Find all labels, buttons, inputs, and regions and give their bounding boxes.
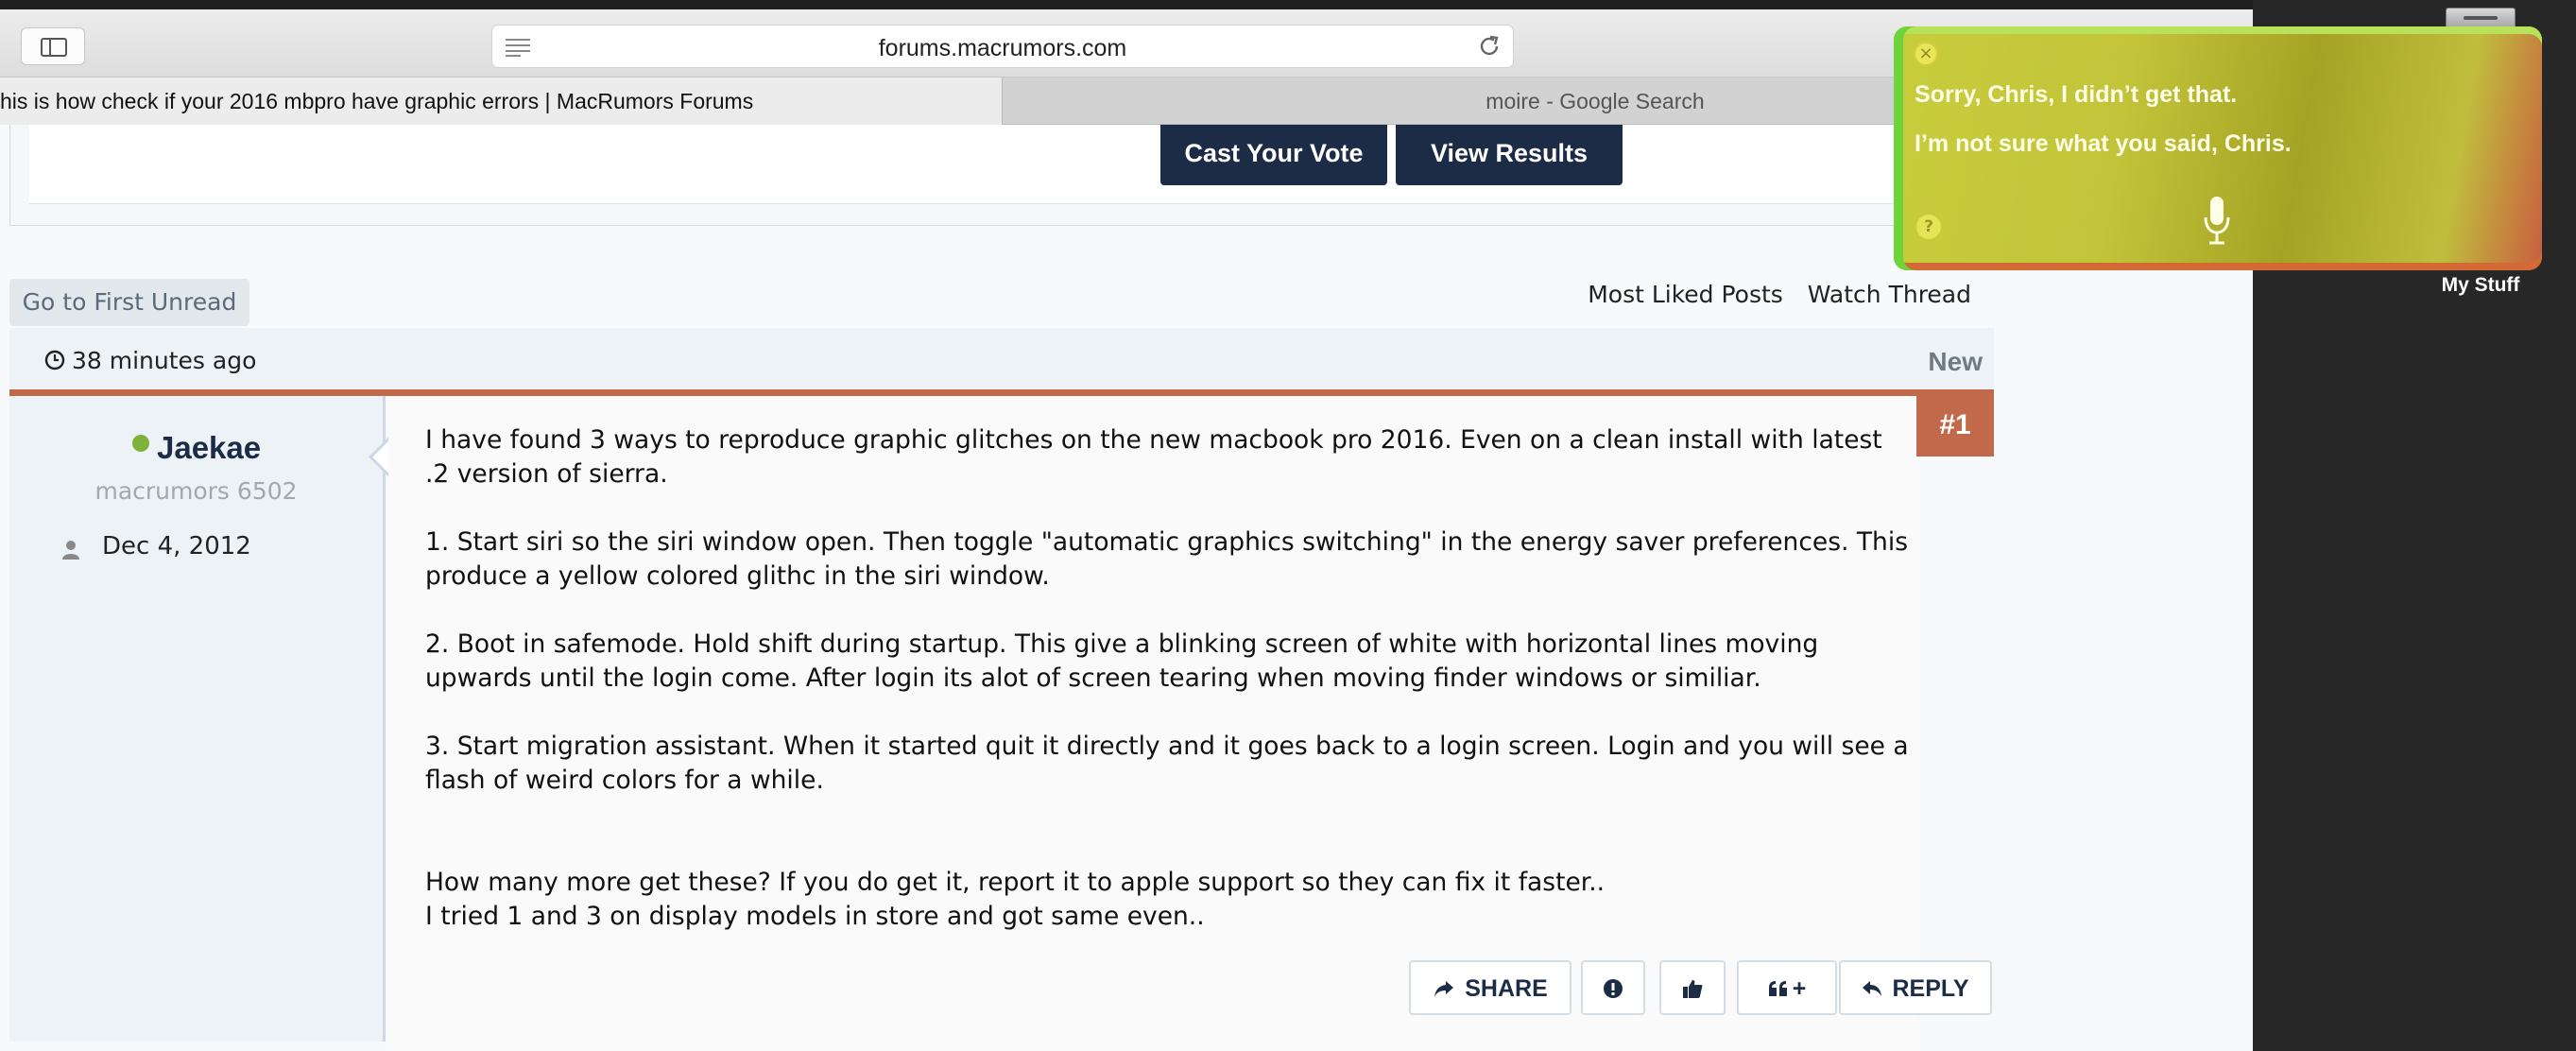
person-icon bbox=[62, 541, 79, 560]
watch-thread-link[interactable]: Watch Thread bbox=[1808, 281, 1971, 308]
post-number[interactable]: #1 bbox=[1916, 396, 1994, 457]
share-label: SHARE bbox=[1465, 975, 1548, 1003]
post-paragraph: I have found 3 ways to reproduce graphic… bbox=[425, 425, 1882, 489]
like-icon bbox=[1683, 980, 1703, 999]
join-date: Dec 4, 2012 bbox=[102, 532, 251, 560]
post-paragraph: How many more get these? If you do get i… bbox=[425, 868, 1606, 931]
address-bar[interactable]: forums.macrumors.com bbox=[491, 25, 1514, 68]
share-icon bbox=[1434, 981, 1454, 998]
view-results-button[interactable]: View Results bbox=[1396, 125, 1623, 185]
user-panel: Jaekae macrumors 6502 Dec 4, 2012 bbox=[9, 396, 386, 1042]
reply-label: REPLY bbox=[1892, 975, 1969, 1003]
desktop-icon-label[interactable]: My Stuff bbox=[2419, 274, 2542, 297]
tab-macrumors[interactable]: his is how check if your 2016 mbpro have… bbox=[0, 78, 1003, 125]
siri-response-line-2: I’m not sure what you said, Chris. bbox=[1915, 130, 2292, 157]
multiquote-button[interactable]: + bbox=[1737, 960, 1837, 1015]
microphone-icon[interactable] bbox=[2203, 195, 2231, 246]
siri-window: × Sorry, Chris, I didn’t get that. I’m n… bbox=[1894, 26, 2542, 270]
quote-icon bbox=[1768, 981, 1787, 997]
reply-button[interactable]: REPLY bbox=[1839, 960, 1992, 1015]
help-icon[interactable]: ? bbox=[1916, 215, 1941, 239]
most-liked-posts-link[interactable]: Most Liked Posts bbox=[1588, 281, 1783, 308]
multiquote-label: + bbox=[1792, 975, 1807, 1003]
post-paragraph: 1. Start siri so the siri window open. T… bbox=[425, 527, 1909, 591]
like-button[interactable] bbox=[1659, 960, 1726, 1015]
go-to-first-unread-button[interactable]: Go to First Unread bbox=[9, 279, 249, 326]
report-icon bbox=[1604, 979, 1623, 999]
thread-links: Most Liked Posts Watch Thread bbox=[1571, 281, 1971, 308]
cast-vote-button[interactable]: Cast Your Vote bbox=[1160, 125, 1387, 185]
sidebar-icon bbox=[41, 38, 67, 57]
online-status-dot bbox=[132, 435, 149, 452]
url-text[interactable]: forums.macrumors.com bbox=[492, 35, 1513, 62]
poll-inner: Cast Your Vote View Results bbox=[29, 125, 1993, 204]
report-button[interactable] bbox=[1581, 960, 1645, 1015]
reload-icon[interactable] bbox=[1477, 34, 1502, 59]
post-paragraph: 3. Start migration assistant. When it st… bbox=[425, 732, 1909, 795]
post-body: I have found 3 ways to reproduce graphic… bbox=[388, 396, 1915, 1051]
reply-icon bbox=[1863, 981, 1882, 997]
username[interactable]: Jaekae bbox=[157, 430, 261, 466]
share-button[interactable]: SHARE bbox=[1409, 960, 1571, 1015]
poll-box: Cast Your Vote View Results bbox=[9, 125, 1994, 226]
user-title: macrumors 6502 bbox=[94, 477, 298, 505]
post-time[interactable]: 38 minutes ago bbox=[72, 347, 256, 374]
menu-strip bbox=[0, 0, 2576, 9]
siri-response-line-1: Sorry, Chris, I didn’t get that. bbox=[1915, 81, 2238, 108]
post-paragraph: 2. Boot in safemode. Hold shift during s… bbox=[425, 629, 1819, 693]
close-icon[interactable]: × bbox=[1914, 42, 1938, 66]
sidebar-toggle-button[interactable] bbox=[21, 27, 85, 65]
new-badge: New bbox=[1928, 347, 1983, 376]
message-header: 38 minutes ago New bbox=[9, 328, 1994, 396]
clock-icon bbox=[44, 350, 65, 370]
